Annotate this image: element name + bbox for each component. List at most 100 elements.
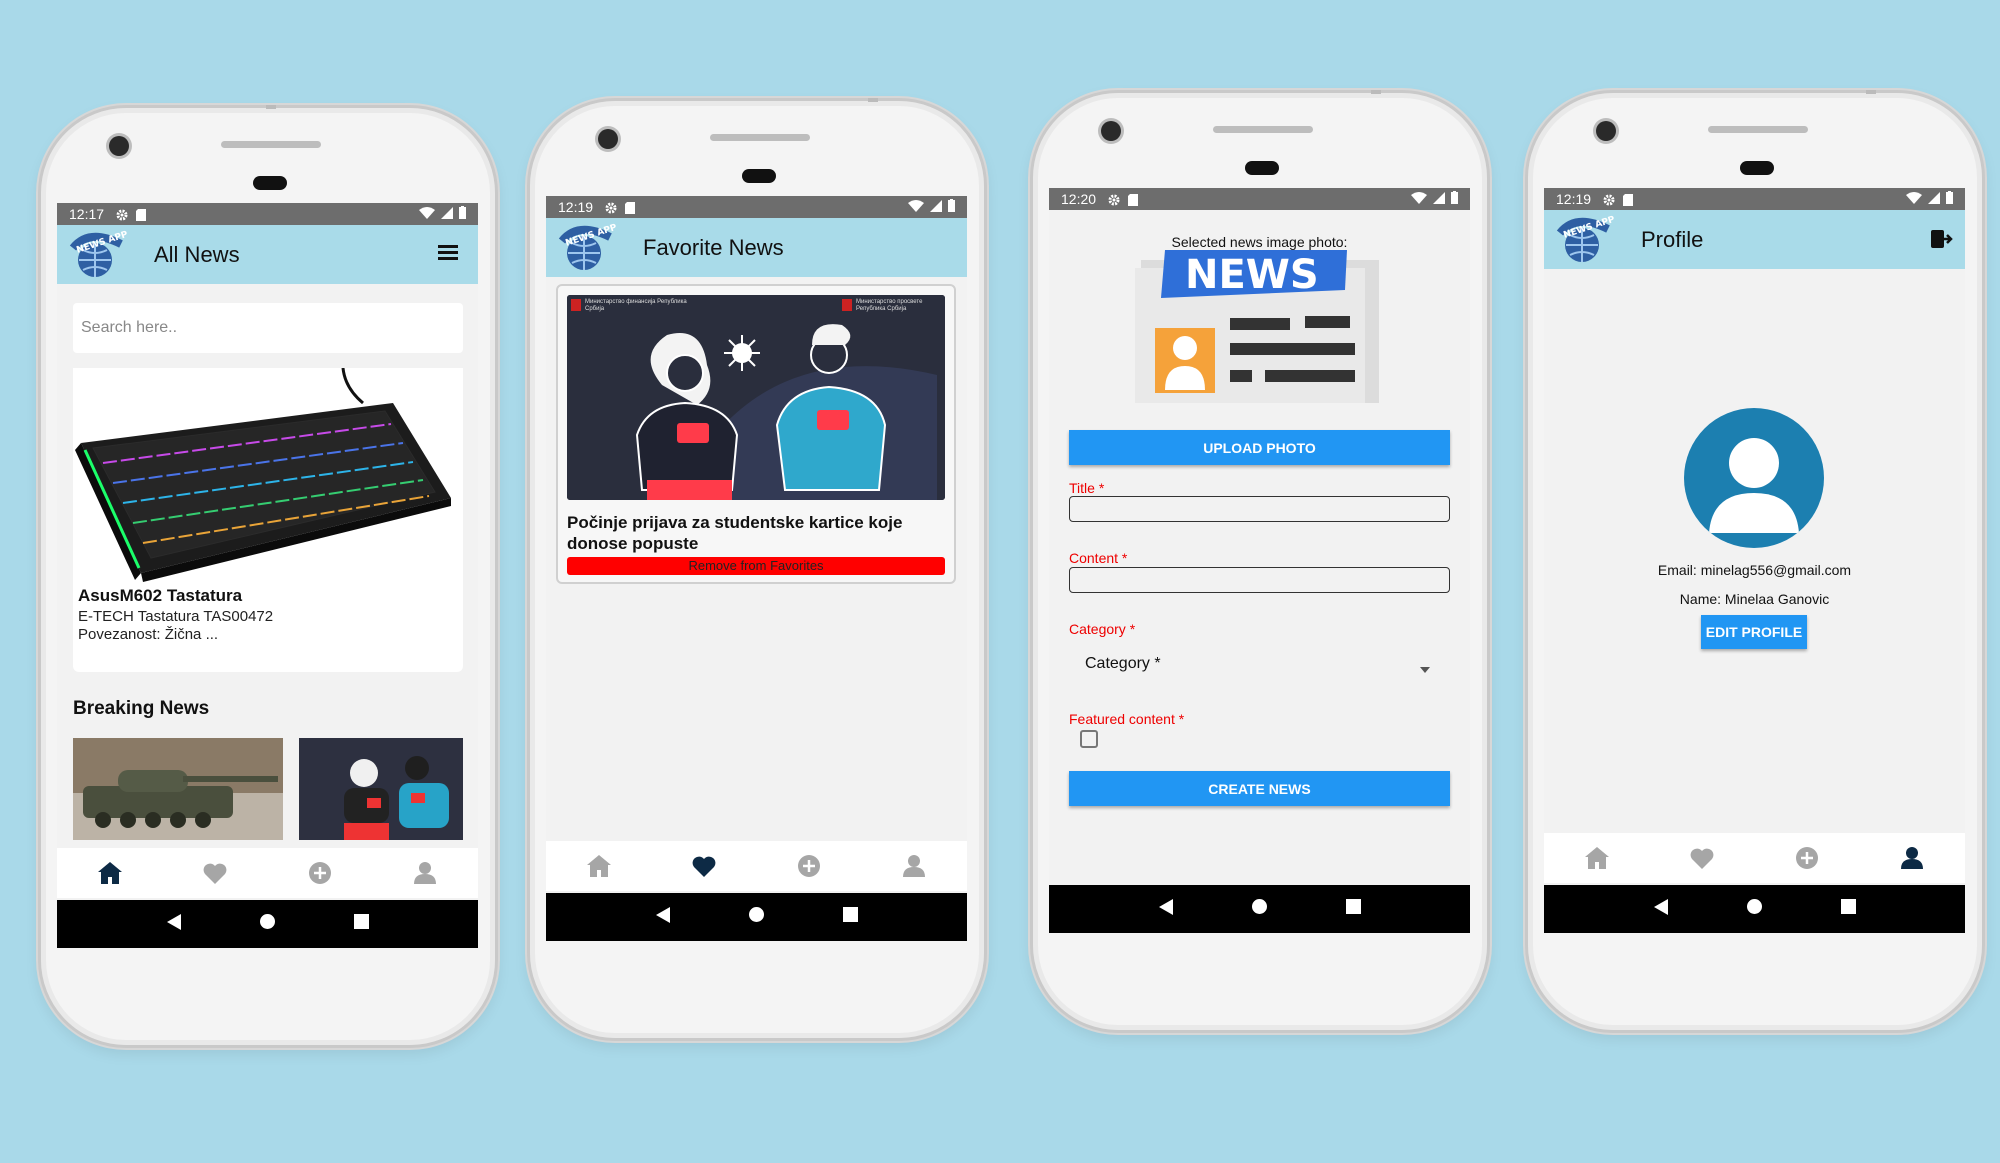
phone-favorites: 12:19 NEWS APP Favorite News Министарств…: [527, 98, 987, 1041]
battery-icon: [1946, 191, 1953, 207]
nav-home-icon[interactable]: [1577, 838, 1617, 878]
screen-all-news: 12:17 NEWS APP All News Search here.. As…: [57, 203, 478, 948]
selected-news-image: NEWS: [1135, 248, 1383, 403]
system-back-icon[interactable]: [1158, 898, 1173, 920]
title-input[interactable]: [1069, 496, 1450, 522]
create-news-button[interactable]: CREATE NEWS: [1069, 771, 1450, 806]
system-back-icon[interactable]: [1653, 898, 1668, 920]
featured-content-label: Featured content *: [1069, 711, 1185, 727]
nav-profile-icon[interactable]: [405, 853, 445, 893]
proximity-sensor: [1740, 161, 1774, 175]
nav-profile-icon[interactable]: [1892, 838, 1932, 878]
status-bar: 12:17: [57, 203, 478, 225]
upload-photo-button[interactable]: UPLOAD PHOTO: [1069, 430, 1450, 465]
app-bar: NEWS APP All News: [57, 225, 478, 284]
front-camera: [1101, 121, 1121, 141]
app-bar: NEWS APP Profile: [1544, 210, 1965, 269]
search-input[interactable]: Search here..: [73, 303, 463, 353]
system-home-icon[interactable]: [1251, 899, 1267, 919]
favorite-news-card[interactable]: Министарство финансија Република Србија …: [556, 284, 956, 584]
breaking-news-thumb-students[interactable]: [299, 738, 463, 840]
system-navigation-bar: [1544, 885, 1965, 933]
phone-profile: 12:19 NEWS APP Profile Email: minelag556…: [1525, 90, 1985, 1033]
front-camera: [598, 129, 618, 149]
nav-favorites-icon[interactable]: [684, 846, 724, 886]
featured-news-desc-line1: E-TECH Tastatura TAS00472: [78, 608, 274, 625]
status-bar: 12:20: [1049, 188, 1470, 210]
featured-news-card[interactable]: AsusM602 Tastatura E-TECH Tastatura TAS0…: [73, 367, 463, 672]
sd-card-icon: [1623, 193, 1635, 206]
breaking-news-heading: Breaking News: [73, 698, 210, 719]
nav-add-icon[interactable]: [1787, 838, 1827, 878]
profile-name: Name: Minelaa Ganovic: [1679, 591, 1830, 607]
title-label: Title *: [1069, 480, 1105, 496]
system-home-icon[interactable]: [748, 907, 764, 927]
page-title: Profile: [1641, 226, 1704, 252]
nav-profile-icon[interactable]: [894, 846, 934, 886]
system-navigation-bar: [57, 900, 478, 948]
gear-icon: [1603, 193, 1615, 206]
system-recents-icon[interactable]: [842, 907, 858, 927]
system-back-icon[interactable]: [655, 906, 670, 928]
signal-icon: [930, 199, 942, 215]
keyboard-image: [73, 367, 463, 583]
signal-icon: [441, 206, 453, 222]
status-time: 12:20: [1061, 191, 1097, 207]
screen-profile: 12:19 NEWS APP Profile Email: minelag556…: [1544, 188, 1965, 933]
phone-all-news: 12:17 NEWS APP All News Search here.. As…: [38, 105, 498, 1048]
breaking-news-thumb-tank[interactable]: [73, 738, 283, 840]
favorite-news-title: Počinje prijava za studentske kartice ko…: [567, 513, 903, 553]
content-label: Content *: [1069, 550, 1128, 566]
signal-icon: [1433, 191, 1445, 207]
earpiece-speaker: [1213, 126, 1313, 133]
category-label: Category *: [1069, 621, 1136, 637]
system-recents-icon[interactable]: [1345, 899, 1361, 919]
menu-icon[interactable]: [438, 243, 458, 266]
featured-news-desc-line2: Povezanost: Žična ...: [78, 626, 219, 643]
system-back-icon[interactable]: [166, 913, 181, 935]
remove-from-favorites-button[interactable]: Remove from Favorites: [567, 557, 945, 575]
wifi-icon: [1906, 191, 1922, 207]
status-time: 12:19: [558, 199, 594, 215]
earpiece-speaker: [710, 134, 810, 141]
content-input[interactable]: [1069, 567, 1450, 593]
system-recents-icon[interactable]: [353, 914, 369, 934]
proximity-sensor: [742, 169, 776, 183]
nav-add-icon[interactable]: [300, 853, 340, 893]
system-navigation-bar: [1049, 885, 1470, 933]
nav-home-icon[interactable]: [90, 853, 130, 893]
system-home-icon[interactable]: [259, 914, 275, 934]
sd-card-icon: [1128, 193, 1140, 206]
page-title: All News: [154, 241, 240, 267]
logout-icon[interactable]: [1931, 230, 1953, 253]
nav-favorites-icon[interactable]: [1682, 838, 1722, 878]
system-recents-icon[interactable]: [1840, 899, 1856, 919]
gear-icon: [116, 208, 128, 221]
category-select[interactable]: Category *: [1069, 643, 1450, 683]
app-bar: NEWS APP Favorite News: [546, 218, 967, 277]
dropdown-arrow-icon: [1420, 660, 1430, 678]
screen-create-news: 12:20 Selected news image photo: NEWS UP…: [1049, 188, 1470, 933]
gear-icon: [1108, 193, 1120, 206]
news-image-text: NEWS: [1185, 252, 1319, 298]
sd-card-icon: [136, 208, 148, 221]
status-time: 12:17: [69, 206, 105, 222]
signal-icon: [1928, 191, 1940, 207]
nav-home-icon[interactable]: [579, 846, 619, 886]
nav-favorites-icon[interactable]: [195, 853, 235, 893]
system-home-icon[interactable]: [1746, 899, 1762, 919]
featured-news-title: AsusM602 Tastatura: [78, 586, 243, 605]
bottom-navigation: [57, 848, 478, 898]
bottom-navigation: [1544, 833, 1965, 883]
image-caption-right: Министарство просвете Република Србија: [856, 299, 923, 312]
status-time: 12:19: [1556, 191, 1592, 207]
battery-icon: [1451, 191, 1458, 207]
featured-content-checkbox[interactable]: [1080, 730, 1098, 748]
nav-add-icon[interactable]: [789, 846, 829, 886]
battery-icon: [948, 199, 955, 215]
earpiece-speaker: [221, 141, 321, 148]
system-navigation-bar: [546, 893, 967, 941]
image-caption-left: Министарство финансија Република Србија: [585, 299, 687, 312]
wifi-icon: [1411, 191, 1427, 207]
edit-profile-button[interactable]: EDIT PROFILE: [1701, 615, 1807, 649]
